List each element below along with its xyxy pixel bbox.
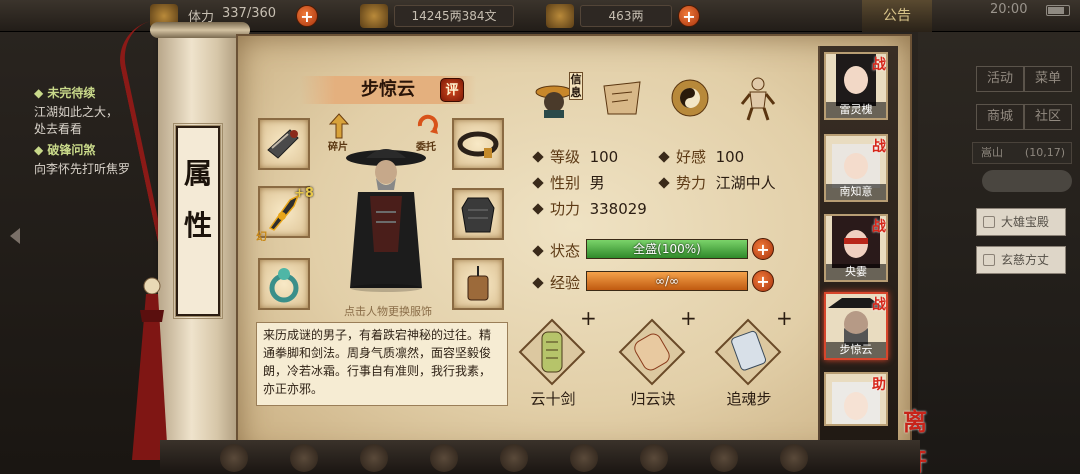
scroll-map-icon[interactable]	[598, 74, 646, 122]
belt-icon	[457, 131, 499, 158]
dock-icon[interactable]	[710, 444, 738, 472]
gold-icon	[546, 4, 574, 28]
dock-icon[interactable]	[290, 444, 318, 472]
community-button[interactable]: 社区	[1024, 104, 1072, 130]
equip-slot-weapon[interactable]	[258, 118, 310, 170]
diamond-icon	[532, 203, 544, 215]
location-name: 嵩山	[981, 146, 1003, 159]
skill-scroll-icon[interactable]	[712, 316, 784, 388]
dock-icon[interactable]	[500, 444, 528, 472]
party-member-card[interactable]: 战 南知意	[824, 134, 888, 202]
jade-ring-icon	[269, 268, 299, 303]
activity-button[interactable]: 活动	[976, 66, 1024, 92]
bottom-dock	[160, 440, 920, 474]
character-portrait[interactable]	[336, 142, 436, 292]
status-bar: 全盛(100%)	[586, 239, 748, 259]
status-bar-text: 全盛(100%)	[633, 242, 701, 256]
status-label: 状态	[532, 240, 580, 261]
rate-button[interactable]: 评	[440, 78, 464, 102]
diamond-icon	[658, 151, 670, 163]
party-member-name: 南知意	[826, 184, 886, 200]
diamond-icon	[532, 177, 544, 189]
shop-button[interactable]: 商城	[976, 104, 1024, 130]
place-button[interactable]: 玄慈方丈	[976, 246, 1066, 274]
party-member-name: 央霎	[826, 264, 886, 280]
exp-bar-text: ∞/∞	[654, 274, 680, 288]
party-member-card-selected[interactable]: 战 步惊云	[824, 292, 888, 360]
view-toggle[interactable]	[982, 170, 1072, 192]
exp-label: 经验	[532, 272, 580, 293]
dock-icon[interactable]	[570, 444, 598, 472]
add-exp-button[interactable]: +	[752, 270, 774, 292]
diamond-icon	[532, 151, 544, 163]
diamond-icon	[532, 277, 544, 289]
silver-value: 14245两384文	[394, 5, 514, 27]
body-stats-icon[interactable]	[734, 74, 782, 122]
battery-icon	[1046, 5, 1070, 16]
dock-icon[interactable]	[640, 444, 668, 472]
location-coords: (10,17)	[1024, 146, 1065, 159]
notice-button[interactable]: 公告	[862, 0, 932, 32]
skill-name: 归云诀	[630, 390, 676, 408]
place-button[interactable]: 大雄宝殿	[976, 208, 1066, 236]
stat-favor: 好感 100	[658, 146, 744, 167]
stat-faction: 势力 江湖中人	[658, 172, 776, 193]
party-member-card[interactable]: 战 雷灵槐	[824, 52, 888, 120]
info-tab-label: 信息	[569, 72, 583, 100]
add-skill-icon[interactable]: +	[580, 306, 597, 330]
equip-slot-ring[interactable]	[258, 258, 310, 310]
character-description: 来历成谜的男子，有着跌宕神秘的过往。精通拳脚和剑法。周身气质凛然，面容坚毅俊朗，…	[256, 322, 508, 406]
equip-slot-belt[interactable]	[452, 118, 504, 170]
skill-scroll-icon[interactable]	[516, 316, 588, 388]
stat-gender: 性别 男	[532, 172, 605, 193]
party-member-card[interactable]: 助	[824, 372, 888, 426]
dock-icon[interactable]	[430, 444, 458, 472]
gold-value: 463两	[580, 5, 672, 27]
dock-icon[interactable]	[360, 444, 388, 472]
skill-name: 云十剑	[530, 390, 576, 408]
gauntlet-icon	[267, 129, 299, 159]
location-display: 嵩山 (10,17)	[972, 142, 1072, 164]
silver-icon	[360, 4, 388, 28]
enhance-level: +8	[294, 186, 314, 201]
equip-slot-armor[interactable]	[452, 188, 504, 240]
skill-scroll-icon[interactable]	[616, 316, 688, 388]
party-member-card[interactable]: 战 央霎	[824, 214, 888, 282]
entrust-icon[interactable]	[414, 112, 440, 140]
diamond-icon	[532, 245, 544, 257]
stat-level: 等级 100	[532, 146, 618, 167]
token-icon	[467, 266, 489, 301]
stamina-value: 337/360	[222, 6, 277, 21]
change-outfit-hint: 点击人物更换服饰	[344, 305, 432, 318]
skill-name: 追魂步	[726, 390, 772, 408]
illusion-tag: 幻	[256, 230, 267, 243]
add-skill-icon[interactable]: +	[680, 306, 697, 330]
leave-button[interactable]: 离开	[895, 402, 935, 474]
dock-icon[interactable]	[220, 444, 248, 472]
armor-icon	[461, 197, 495, 233]
add-gold-button[interactable]: +	[678, 5, 700, 27]
yinyang-icon[interactable]	[666, 74, 714, 122]
scroll-cap	[150, 22, 250, 38]
add-skill-icon[interactable]: +	[776, 306, 793, 330]
party-member-name: 雷灵槐	[826, 102, 886, 118]
add-stamina-button[interactable]: +	[296, 5, 318, 27]
exp-bar: ∞/∞	[586, 271, 748, 291]
equip-slot-token[interactable]	[452, 258, 504, 310]
clock: 20:00	[990, 2, 1028, 17]
menu-button[interactable]: 菜单	[1024, 66, 1072, 92]
collapse-arrow-icon[interactable]	[10, 228, 20, 244]
diamond-icon	[658, 177, 670, 189]
fragment-icon[interactable]	[326, 112, 352, 140]
restore-status-button[interactable]: +	[752, 238, 774, 260]
dock-icon[interactable]	[780, 444, 808, 472]
stat-power: 功力 338029	[532, 198, 647, 219]
party-member-name: 步惊云	[826, 342, 886, 358]
game-screen: 体力 337/360 + 14245两384文 463两 + 公告 20:00 …	[0, 0, 1080, 474]
